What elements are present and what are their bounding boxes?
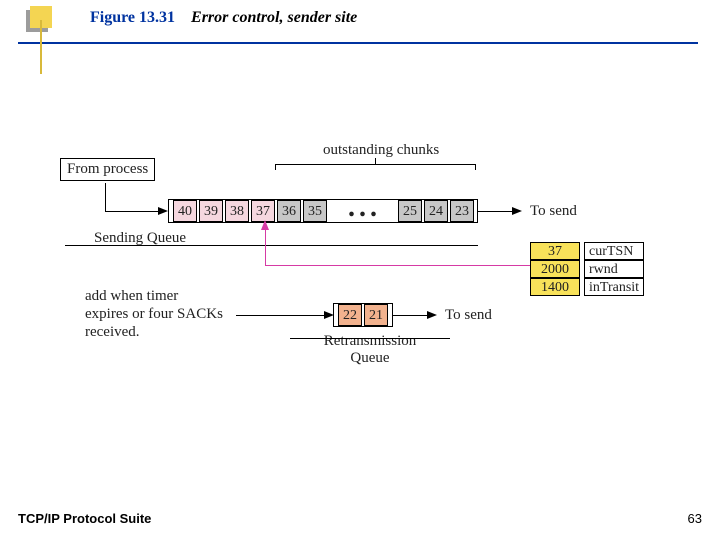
queue-cell-outstanding: 25 bbox=[398, 200, 422, 222]
param-name-text: curTSN bbox=[589, 244, 633, 259]
queue-cell-outstanding: 23 bbox=[450, 200, 474, 222]
cell-val: 22 bbox=[343, 308, 357, 323]
retrans-queue-label-l2: Queue bbox=[315, 350, 425, 367]
feedback-arrow-head bbox=[261, 220, 269, 230]
cell-val: 35 bbox=[308, 204, 322, 219]
bracket-mid bbox=[375, 158, 376, 164]
feedback-line-v-left bbox=[265, 228, 266, 265]
cell-val: 39 bbox=[204, 204, 218, 219]
diagram-canvas: From process outstanding chunks 40 39 38… bbox=[60, 130, 680, 410]
retrans-queue-floor bbox=[290, 338, 450, 339]
arrow-head-to-send-1 bbox=[512, 207, 522, 215]
sending-queue-floor bbox=[65, 245, 478, 246]
footer-left: TCP/IP Protocol Suite bbox=[18, 511, 151, 526]
cell-val: 24 bbox=[429, 204, 443, 219]
note-arrow-h bbox=[236, 315, 326, 316]
queue-cell: 37 bbox=[251, 200, 275, 222]
arrow-to-send-1 bbox=[478, 211, 514, 212]
queue-cell-outstanding: 24 bbox=[424, 200, 448, 222]
outstanding-label: outstanding chunks bbox=[323, 142, 439, 159]
param-name: inTransit bbox=[584, 278, 644, 296]
cell-val: 21 bbox=[369, 308, 383, 323]
param-value: 37 bbox=[530, 242, 580, 260]
param-name: curTSN bbox=[584, 242, 644, 260]
param-name: rwnd bbox=[584, 260, 644, 278]
note-line2: expires or four SACKs bbox=[85, 306, 223, 323]
note-line1: add when timer bbox=[85, 288, 178, 305]
figure-title: Error control, sender site bbox=[191, 9, 357, 26]
to-send-label-2: To send bbox=[445, 307, 492, 324]
cell-val: 23 bbox=[455, 204, 469, 219]
figure-header: Figure 13.31 Error control, sender site bbox=[90, 9, 357, 27]
header-rule bbox=[18, 42, 698, 44]
page-number: 63 bbox=[688, 511, 702, 526]
queue-cell-outstanding: 35 bbox=[303, 200, 327, 222]
queue-cell: 38 bbox=[225, 200, 249, 222]
queue-cell: 40 bbox=[173, 200, 197, 222]
bracket-right-drop bbox=[475, 164, 476, 170]
cell-val: 25 bbox=[403, 204, 417, 219]
cell-val: 36 bbox=[282, 204, 296, 219]
queue-cell: 39 bbox=[199, 200, 223, 222]
param-name-text: inTransit bbox=[589, 280, 639, 295]
arrow-fromprocess-v bbox=[105, 183, 106, 211]
param-val-text: 2000 bbox=[541, 262, 569, 277]
param-value: 2000 bbox=[530, 260, 580, 278]
arrow-fromprocess-h bbox=[105, 211, 160, 212]
bracket-left-drop bbox=[275, 164, 276, 170]
retrans-cell: 22 bbox=[338, 304, 362, 326]
param-value: 1400 bbox=[530, 278, 580, 296]
queue-cell-outstanding: 36 bbox=[277, 200, 301, 222]
cell-val: 38 bbox=[230, 204, 244, 219]
retrans-cell: 21 bbox=[364, 304, 388, 326]
feedback-line-h bbox=[265, 265, 555, 266]
header-accent-vertical bbox=[40, 20, 42, 74]
arrow-head-to-send-2 bbox=[427, 311, 437, 319]
cell-val: 37 bbox=[256, 204, 270, 219]
param-val-text: 1400 bbox=[541, 280, 569, 295]
figure-number: Figure 13.31 bbox=[90, 9, 175, 26]
param-name-text: rwnd bbox=[589, 262, 618, 277]
arrow-to-send-2 bbox=[393, 315, 429, 316]
note-line3: received. bbox=[85, 324, 140, 341]
param-val-text: 37 bbox=[548, 244, 562, 259]
cell-val: 40 bbox=[178, 204, 192, 219]
bracket-top bbox=[275, 164, 475, 165]
to-send-label-1: To send bbox=[530, 203, 577, 220]
ellipsis: ... bbox=[348, 192, 381, 224]
arrow-head-to-queue bbox=[158, 207, 168, 215]
retrans-queue-label-l1: Retransmission bbox=[315, 333, 425, 350]
